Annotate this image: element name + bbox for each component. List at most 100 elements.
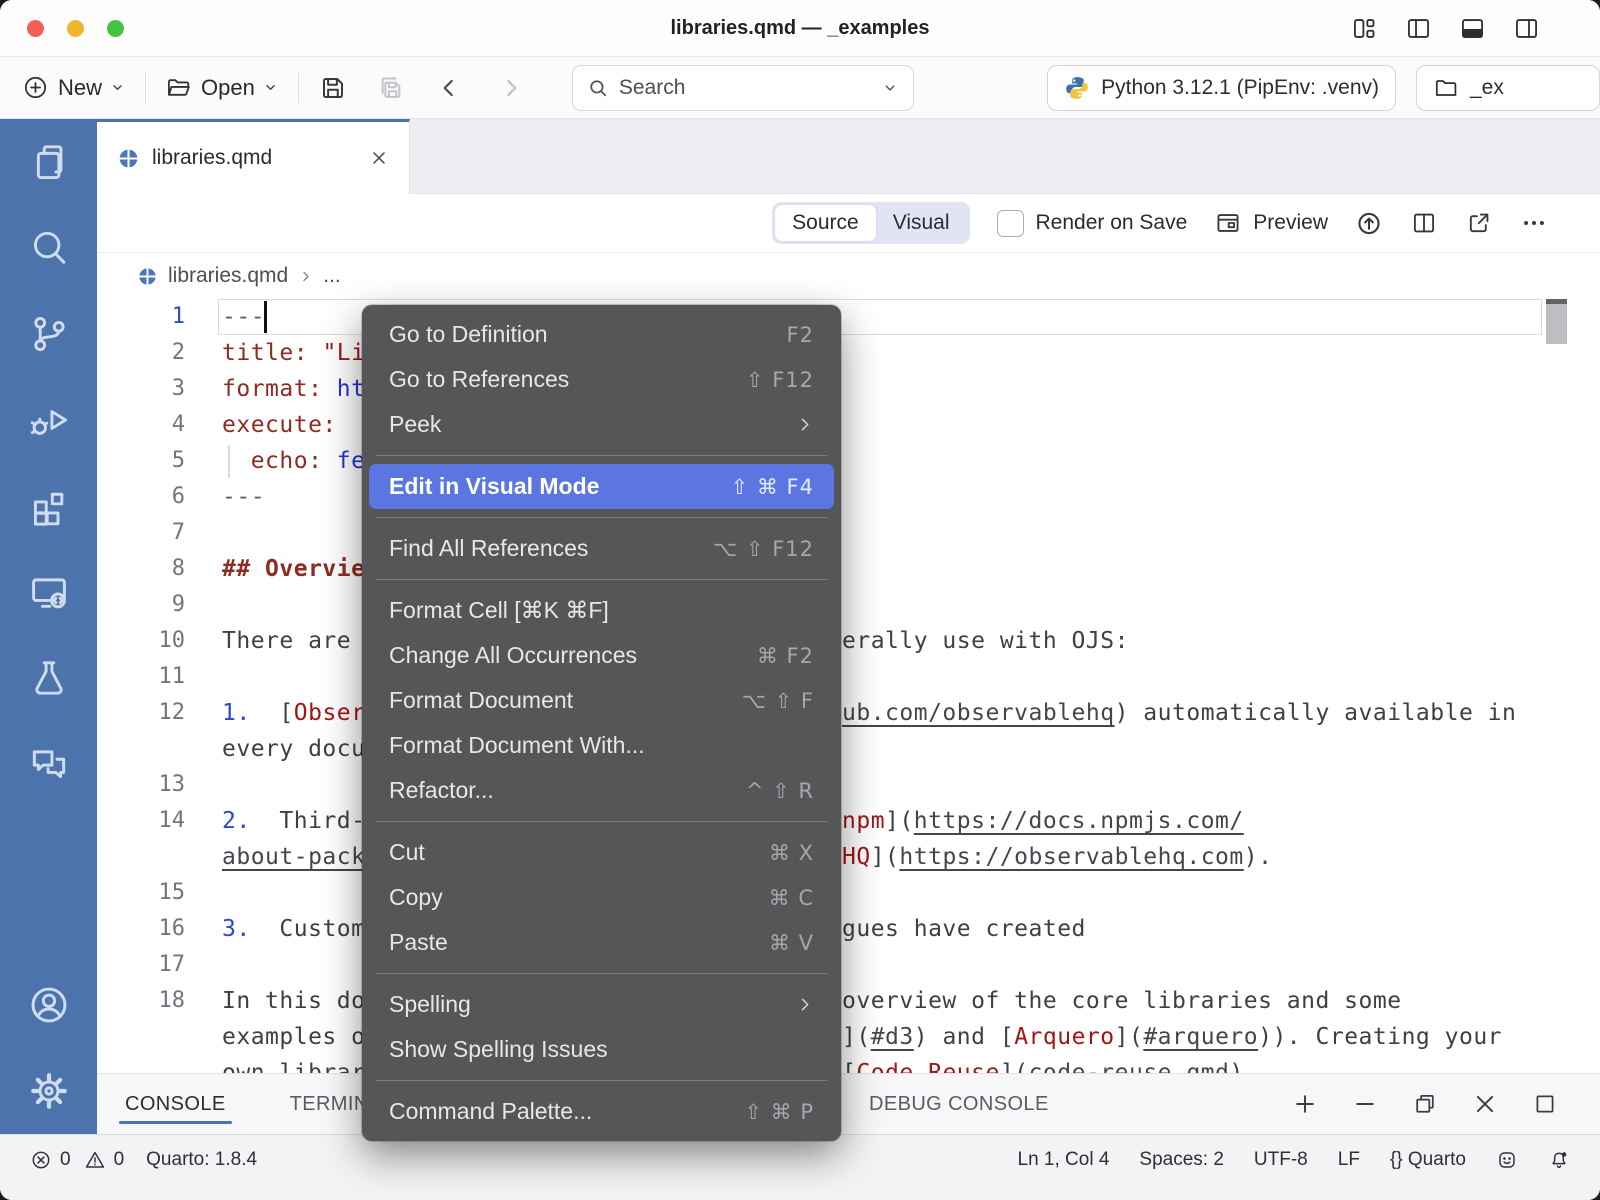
sidebar-item-source-control[interactable] [0,291,97,377]
panel-tab-console[interactable]: CONSOLE [123,1077,228,1132]
panel-tab-debug-console[interactable]: DEBUG CONSOLE [867,1077,1051,1132]
new-button[interactable]: New [22,74,126,101]
visual-mode-button[interactable]: Visual [876,205,967,241]
smiley-icon [1496,1149,1518,1171]
code-text: format: ht [222,371,365,407]
remote-explorer-icon [27,570,71,614]
menu-item-refactor[interactable]: Refactor...^ ⇧ R [369,768,834,813]
menu-item-copy[interactable]: Copy⌘ C [369,875,834,920]
toggle-secondary-sidebar-icon[interactable] [1513,15,1540,42]
render-icon[interactable] [1355,209,1383,237]
menu-item-command-palette[interactable]: Command Palette...⇧ ⌘ P [369,1089,834,1134]
menu-separator [376,579,827,580]
settings-icon [27,1069,71,1113]
render-on-save-option[interactable]: Render on Save [997,210,1188,237]
sidebar-item-search[interactable] [0,205,97,291]
split-editor-icon[interactable] [1410,209,1438,237]
menu-item-label: Spelling [389,991,471,1018]
sidebar-item-settings[interactable] [0,1048,97,1134]
panel-close-icon[interactable] [1472,1091,1498,1117]
panel-maximize-icon[interactable] [1532,1091,1558,1117]
code-text: every docu [222,731,365,767]
sidebar-item-testing[interactable] [0,635,97,721]
status-warnings[interactable]: 0 [84,1149,125,1171]
menu-item-shortcut: ⇧ ⌘ P [744,1100,814,1124]
status-cursor-position[interactable]: Ln 1, Col 4 [1018,1149,1110,1171]
navigate-back-button[interactable] [436,75,462,101]
code-line: 6--- [97,479,1600,515]
menu-item-spelling[interactable]: Spelling [369,982,834,1027]
search-placeholder: Search [619,76,686,100]
status-eol[interactable]: LF [1338,1149,1360,1171]
source-visual-toggle: Source Visual [772,202,969,244]
editor-context-menu: Go to DefinitionF2Go to References⇧ F12P… [362,305,841,1141]
panel-minus-icon[interactable] [1352,1091,1378,1117]
status-indentation[interactable]: Spaces: 2 [1139,1149,1224,1171]
panel-plus-icon[interactable] [1292,1091,1318,1117]
sidebar-item-run-debug[interactable] [0,377,97,463]
breadcrumb-file[interactable]: libraries.qmd [168,264,288,288]
menu-item-peek[interactable]: Peek [369,402,834,447]
menu-item-find-all-references[interactable]: Find All References⌥ ⇧ F12 [369,526,834,571]
tab-libraries-qmd[interactable]: libraries.qmd [97,119,410,194]
bottom-panel: CONSOLE TERMIN DEBUG CONSOLE [97,1073,1600,1134]
menu-item-shortcut: F2 [787,323,814,347]
open-in-new-window-icon[interactable] [1465,209,1493,237]
tab-label: libraries.qmd [152,146,272,170]
sidebar-item-remote-explorer[interactable] [0,549,97,635]
sidebar-item-explorer[interactable] [0,119,97,205]
panel-tab-termin[interactable]: TERMIN [288,1077,371,1132]
status-notifications[interactable] [1548,1149,1570,1171]
breadcrumb-more[interactable]: ... [323,264,341,288]
menu-item-format-document[interactable]: Format Document⌥ ⇧ F [369,678,834,723]
code-text: HQ](https://observablehq.com). [842,839,1272,875]
menu-item-cut[interactable]: Cut⌘ X [369,830,834,875]
code-line: 8## Overvie [97,551,1600,587]
preview-button[interactable]: Preview [1214,209,1328,237]
warning-icon [84,1149,106,1171]
project-selector[interactable]: _ex [1416,65,1600,111]
code-text: 3. Custom [222,911,365,947]
navigate-forward-button[interactable] [498,75,524,101]
code-text: echo: fe [222,443,366,479]
toggle-sidebar-icon[interactable] [1405,15,1432,42]
open-button[interactable]: Open [165,74,279,101]
menu-item-format-document-with[interactable]: Format Document With... [369,723,834,768]
menu-item-go-to-references[interactable]: Go to References⇧ F12 [369,357,834,402]
interpreter-selector[interactable]: Python 3.12.1 (PipEnv: .venv) [1047,65,1396,111]
more-actions-icon[interactable] [1520,209,1548,237]
menu-item-change-all-occurrences[interactable]: Change All Occurrences⌘ F2 [369,633,834,678]
close-tab-icon[interactable] [369,148,389,168]
code-text: execute: [222,407,337,443]
render-on-save-checkbox[interactable] [997,210,1024,237]
code-editor[interactable]: 1---2title: "Li3format: ht4execute:5 ech… [97,299,1600,1073]
menu-separator [376,455,827,456]
save-button[interactable] [318,73,348,103]
toggle-panel-icon[interactable] [1459,15,1486,42]
line-number: 10 [97,623,185,659]
panel-restore-icon[interactable] [1412,1091,1438,1117]
breadcrumb[interactable]: libraries.qmd ... [97,253,1600,299]
save-all-button[interactable] [376,73,406,103]
line-number: 1 [97,299,185,335]
editor-action-bar: Source Visual Render on Save Preview [97,194,1600,253]
menu-item-show-spelling-issues[interactable]: Show Spelling Issues [369,1027,834,1072]
menu-item-format-cell-k-f[interactable]: Format Cell [⌘K ⌘F] [369,588,834,633]
status-feedback[interactable] [1496,1149,1518,1171]
sidebar-item-account[interactable] [0,962,97,1048]
menu-item-edit-in-visual-mode[interactable]: Edit in Visual Mode⇧ ⌘ F4 [369,464,834,509]
menu-item-label: Cut [389,839,425,866]
source-mode-button[interactable]: Source [775,205,876,241]
sidebar-item-comments[interactable] [0,721,97,807]
sidebar-item-extensions[interactable] [0,463,97,549]
customize-layout-icon[interactable] [1351,15,1378,42]
code-text: ub.com/observablehq) automatically avail… [842,695,1516,731]
menu-item-go-to-definition[interactable]: Go to DefinitionF2 [369,312,834,357]
status-errors[interactable]: 0 [30,1149,71,1171]
status-quarto-version[interactable]: Quarto: 1.8.4 [146,1149,257,1171]
status-language-mode[interactable]: {} Quarto [1390,1149,1466,1171]
menu-item-paste[interactable]: Paste⌘ V [369,920,834,965]
status-encoding[interactable]: UTF-8 [1254,1149,1308,1171]
search-input[interactable]: Search [572,65,914,111]
quarto-file-icon [137,266,158,287]
